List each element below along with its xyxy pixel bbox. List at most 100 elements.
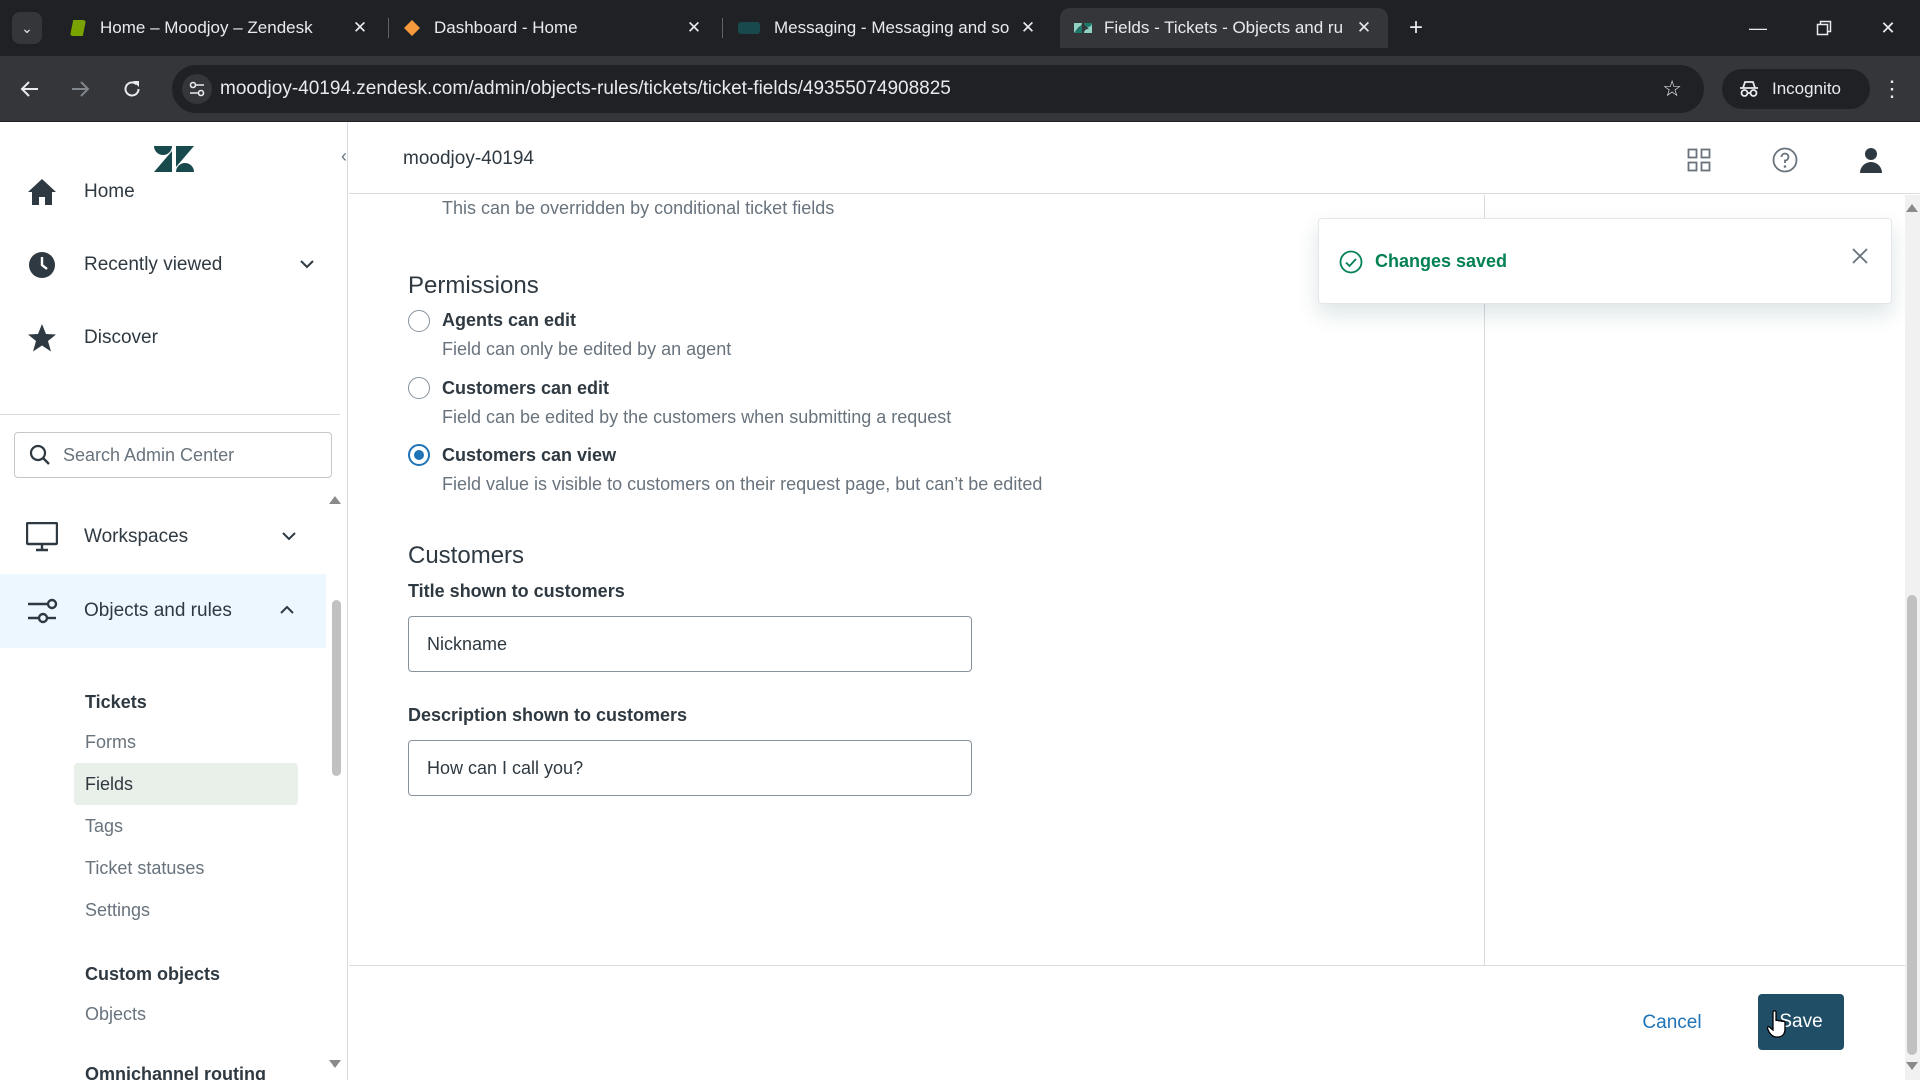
- browser-tab-messaging[interactable]: Messaging - Messaging and so ✕: [724, 8, 1052, 48]
- radio-customers-can-edit[interactable]: [408, 377, 430, 399]
- objects-rules-icon: [26, 595, 58, 627]
- tab-search-button[interactable]: ⌄: [12, 12, 42, 44]
- search-admin-center[interactable]: [14, 432, 332, 478]
- cancel-button[interactable]: Cancel: [1622, 1002, 1722, 1044]
- chevron-down-icon[interactable]: [298, 255, 316, 273]
- admin-sidebar: Home Recently viewed Discover Workspaces…: [0, 122, 348, 1080]
- user-avatar-icon[interactable]: [1855, 144, 1887, 176]
- zendesk-green-icon: [70, 20, 86, 36]
- close-icon[interactable]: ✕: [350, 18, 370, 38]
- option-agents-can-edit-desc: Field can only be edited by an agent: [442, 339, 732, 359]
- conditional-fields-hint: This can be overridden by conditional ti…: [442, 198, 835, 218]
- page-scroll-up-icon[interactable]: [1906, 204, 1918, 212]
- sidebar-group-custom-objects: Custom objects: [85, 964, 221, 984]
- sidebar-scroll-down-icon[interactable]: [329, 1060, 341, 1068]
- chevron-up-icon[interactable]: [278, 601, 296, 619]
- nav-workspaces-label: Workspaces: [84, 526, 189, 547]
- zendesk-icon: [1074, 20, 1092, 36]
- tab-title: Messaging - Messaging and so: [774, 18, 1010, 37]
- option-customers-can-edit-label[interactable]: Customers can edit: [442, 378, 609, 399]
- sidebar-item-forms[interactable]: Forms: [74, 721, 298, 763]
- toast-message: Changes saved: [1375, 251, 1508, 271]
- incognito-icon: [1740, 81, 1758, 97]
- tab-title: Fields - Tickets - Objects and ru: [1104, 18, 1344, 37]
- nav-home[interactable]: Home: [0, 162, 340, 222]
- product-tray-icon[interactable]: [1683, 144, 1715, 176]
- tab-separator: [722, 18, 723, 38]
- close-icon[interactable]: ✕: [1354, 18, 1374, 38]
- option-agents-can-edit-label[interactable]: Agents can edit: [442, 310, 576, 331]
- admin-header: moodjoy-40194: [349, 122, 1920, 194]
- close-icon[interactable]: ✕: [684, 18, 704, 38]
- page-scrollbar-thumb[interactable]: [1907, 595, 1917, 1055]
- sidebar-item-objects[interactable]: Objects: [74, 993, 298, 1035]
- star-icon: [26, 322, 58, 354]
- nav-home-label: Home: [84, 181, 135, 202]
- sidebar-divider: [0, 414, 340, 415]
- url-text[interactable]: moodjoy-40194.zendesk.com/admin/objects-…: [220, 78, 951, 100]
- back-icon[interactable]: [14, 73, 46, 105]
- site-settings-icon[interactable]: [182, 74, 212, 104]
- browser-tab-home-zendesk[interactable]: Home – Moodjoy – Zendesk ✕: [56, 8, 384, 48]
- minimize-icon[interactable]: —: [1738, 10, 1778, 46]
- nav-discover[interactable]: Discover: [0, 308, 340, 368]
- monitor-icon: [26, 521, 58, 553]
- incognito-indicator[interactable]: Incognito: [1722, 69, 1870, 109]
- search-input[interactable]: [63, 444, 313, 466]
- bookmark-star-icon[interactable]: ☆: [1662, 76, 1682, 102]
- close-icon[interactable]: [1851, 247, 1869, 270]
- home-icon: [26, 176, 58, 208]
- page-scroll-down-icon[interactable]: [1906, 1062, 1918, 1070]
- radio-agents-can-edit[interactable]: [408, 310, 430, 332]
- sidebar-group-omnichannel-routing: Omnichannel routing: [85, 1064, 267, 1080]
- changes-saved-notification: Changes saved: [1318, 218, 1892, 304]
- browser-tab-bar: ⌄ Home – Moodjoy – Zendesk ✕ Dashboard -…: [0, 0, 1920, 56]
- permissions-heading: Permissions: [408, 272, 539, 299]
- browser-menu-icon[interactable]: ⋮: [1876, 73, 1908, 105]
- omnibox[interactable]: moodjoy-40194.zendesk.com/admin/objects-…: [172, 65, 1704, 113]
- title-shown-to-customers-input[interactable]: [408, 616, 972, 672]
- close-icon[interactable]: ✕: [1018, 18, 1038, 38]
- nav-discover-label: Discover: [84, 327, 158, 348]
- new-tab-button[interactable]: +: [1400, 12, 1432, 44]
- option-customers-can-edit-desc: Field can be edited by the customers whe…: [442, 407, 952, 427]
- sidebar-item-tags[interactable]: Tags: [74, 805, 298, 847]
- nav-objects-and-rules-label: Objects and rules: [84, 600, 232, 621]
- mouse-cursor-icon: [1766, 1010, 1787, 1043]
- window-close-icon[interactable]: ✕: [1868, 10, 1908, 46]
- sidebar-item-settings[interactable]: Settings: [74, 889, 298, 931]
- dashboard-orange-icon: [404, 20, 420, 36]
- option-customers-can-view-label[interactable]: Customers can view: [442, 445, 616, 466]
- browser-address-bar: moodjoy-40194.zendesk.com/admin/objects-…: [0, 56, 1920, 122]
- help-icon[interactable]: [1769, 144, 1801, 176]
- check-circle-icon: [1339, 250, 1363, 279]
- chevron-down-icon[interactable]: [280, 527, 298, 545]
- messaging-icon: [738, 22, 760, 34]
- sidebar-scroll-up-icon[interactable]: [329, 496, 341, 504]
- sidebar-collapse-icon[interactable]: ‹: [341, 146, 347, 167]
- title-shown-to-customers-label: Title shown to customers: [408, 581, 625, 601]
- option-customers-can-view-desc: Field value is visible to customers on t…: [442, 474, 1043, 494]
- customers-heading: Customers: [408, 542, 525, 569]
- nav-recently-viewed-label: Recently viewed: [84, 254, 223, 275]
- reload-icon[interactable]: [116, 73, 148, 105]
- tab-title: Home – Moodjoy – Zendesk: [100, 18, 313, 37]
- description-shown-to-customers-input[interactable]: [408, 740, 972, 796]
- sidebar-item-fields[interactable]: Fields: [74, 763, 298, 805]
- sidebar-scrollbar-thumb[interactable]: [332, 600, 341, 776]
- restore-icon[interactable]: [1804, 10, 1844, 46]
- incognito-label: Incognito: [1772, 79, 1841, 98]
- browser-tab-dashboard[interactable]: Dashboard - Home ✕: [390, 8, 718, 48]
- nav-workspaces[interactable]: Workspaces: [0, 507, 340, 567]
- nav-objects-and-rules[interactable]: Objects and rules: [0, 574, 326, 648]
- tab-separator: [388, 18, 389, 38]
- sidebar-item-ticket-statuses[interactable]: Ticket statuses: [74, 847, 298, 889]
- account-name: moodjoy-40194: [403, 148, 534, 169]
- search-icon: [29, 444, 50, 465]
- nav-recently-viewed[interactable]: Recently viewed: [0, 235, 340, 295]
- tab-title: Dashboard - Home: [434, 18, 578, 37]
- forward-icon[interactable]: [64, 73, 96, 105]
- browser-tab-fields[interactable]: Fields - Tickets - Objects and ru ✕: [1060, 8, 1388, 48]
- sidebar-group-tickets: Tickets: [85, 692, 147, 712]
- radio-customers-can-view[interactable]: [408, 444, 430, 466]
